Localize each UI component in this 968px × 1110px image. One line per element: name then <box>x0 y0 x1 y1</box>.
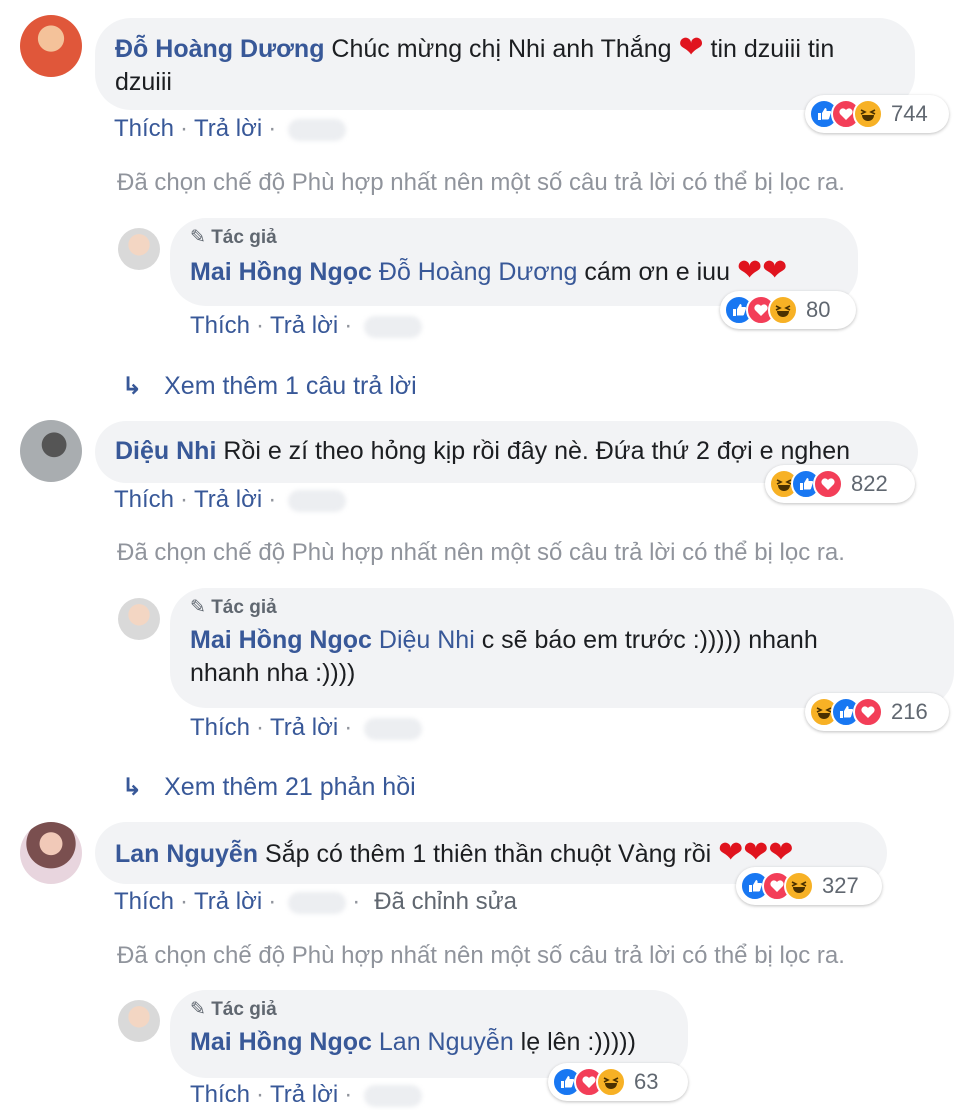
filter-note: Đã chọn chế độ Phù hợp nhất nên một số c… <box>117 942 845 969</box>
reply-actions: Thích · Trả lời · <box>190 311 423 341</box>
heart-icon: ❤❤❤ <box>718 836 794 869</box>
edited-label[interactable]: Đã chỉnh sửa <box>374 888 517 915</box>
like-link[interactable]: Thích <box>190 714 250 741</box>
reply-link[interactable]: Trả lời <box>194 115 262 142</box>
comment-actions: Thích · Trả lời · <box>114 485 347 515</box>
reply-text: Mai Hồng Ngọc Diệu Nhi c sẽ báo em trước… <box>190 624 934 690</box>
comment-author[interactable]: Đỗ Hoàng Dương <box>115 35 324 63</box>
love-reaction-icon <box>853 697 883 727</box>
reaction-summary[interactable]: 744 <box>805 95 949 133</box>
reply-actions: Thích · Trả lời · <box>190 713 423 743</box>
reply-bubble: ✎ Tác giả Mai Hồng Ngọc Diệu Nhi c sẽ bá… <box>170 588 954 708</box>
comment-text: Đỗ Hoàng Dương Chúc mừng chị Nhi anh Thắ… <box>115 31 895 99</box>
comment-text: Lan Nguyễn Sắp có thêm 1 thiên thần chuộ… <box>115 836 867 871</box>
reaction-summary[interactable]: 80 <box>720 291 856 329</box>
timestamp[interactable] <box>288 489 347 512</box>
reaction-count: 216 <box>891 699 928 724</box>
view-more-label[interactable]: Xem thêm 1 câu trả lời <box>164 372 417 400</box>
reply-text: Mai Hồng Ngọc Lan Nguyễn lẹ lên :))))) <box>190 1026 668 1059</box>
filter-note: Đã chọn chế độ Phù hợp nhất nên một số c… <box>117 539 845 566</box>
pencil-icon: ✎ <box>190 227 206 248</box>
comment-actions: Thích · Trả lời · · Đã chỉnh sửa <box>114 888 518 915</box>
reply-link[interactable]: Trả lời <box>194 888 262 915</box>
author-tag: ✎ Tác giả <box>190 999 277 1020</box>
reply-body: cám ơn e iuu <box>584 258 730 286</box>
comment-author[interactable]: Lan Nguyễn <box>115 840 258 868</box>
comment-body-line2: dzuiii <box>115 68 172 96</box>
haha-reaction-icon <box>596 1067 626 1097</box>
avatar[interactable] <box>20 15 82 77</box>
author-tag: ✎ Tác giả <box>190 597 277 618</box>
reaction-count: 744 <box>891 101 928 126</box>
reaction-summary[interactable]: 63 <box>548 1063 688 1101</box>
comment-bubble: Đỗ Hoàng Dương Chúc mừng chị Nhi anh Thắ… <box>95 18 915 110</box>
comment-body: Sắp có thêm 1 thiên thần chuột Vàng rồi <box>265 840 712 868</box>
avatar[interactable] <box>20 420 82 482</box>
filter-note: Đã chọn chế độ Phù hợp nhất nên một số c… <box>117 169 845 196</box>
timestamp[interactable] <box>364 315 423 338</box>
reaction-count: 80 <box>806 297 831 322</box>
mention-link[interactable]: Diệu Nhi <box>379 626 475 654</box>
like-link[interactable]: Thích <box>190 312 250 339</box>
haha-reaction-icon <box>784 871 814 901</box>
timestamp[interactable] <box>288 891 347 914</box>
heart-icon: ❤❤ <box>736 254 788 287</box>
pencil-icon: ✎ <box>190 597 206 618</box>
like-link[interactable]: Thích <box>114 486 174 513</box>
heart-icon: ❤ <box>678 31 704 64</box>
reaction-count: 822 <box>851 471 888 496</box>
timestamp[interactable] <box>364 1084 423 1107</box>
reaction-count: 63 <box>634 1069 659 1094</box>
reply-body: lẹ lên :))))) <box>520 1028 636 1056</box>
comment-body-cont: tin dzuiii tin <box>710 35 835 63</box>
timestamp[interactable] <box>288 118 347 141</box>
comment-text: Diệu Nhi Rồi e zí theo hỏng kịp rồi đây … <box>115 435 898 468</box>
love-reaction-icon <box>813 469 843 499</box>
like-link[interactable]: Thích <box>114 115 174 142</box>
mention-link[interactable]: Lan Nguyễn <box>379 1028 514 1056</box>
view-more-label[interactable]: Xem thêm 21 phản hồi <box>164 773 416 801</box>
author-tag: ✎ Tác giả <box>190 227 277 248</box>
pencil-icon: ✎ <box>190 999 206 1020</box>
avatar[interactable] <box>118 598 160 640</box>
reaction-count: 327 <box>822 873 859 898</box>
like-link[interactable]: Thích <box>114 888 174 915</box>
haha-reaction-icon <box>853 99 883 129</box>
reply-actions: Thích · Trả lời · <box>190 1080 423 1110</box>
reaction-summary[interactable]: 216 <box>805 693 949 731</box>
haha-reaction-icon <box>768 295 798 325</box>
timestamp[interactable] <box>364 717 423 740</box>
reply-arrow-icon: ↳ <box>122 373 143 400</box>
reply-arrow-icon: ↳ <box>122 774 143 801</box>
comment-actions: Thích · Trả lời · <box>114 114 347 144</box>
reply-link[interactable]: Trả lời <box>270 714 338 741</box>
reply-author[interactable]: Mai Hồng Ngọc <box>190 258 372 286</box>
comment-body: Chúc mừng chị Nhi anh Thắng <box>331 35 672 63</box>
view-more-replies[interactable]: ↳ Xem thêm 1 câu trả lời <box>122 372 417 401</box>
comment-author[interactable]: Diệu Nhi <box>115 437 216 465</box>
reply-body-line2: nhanh nha :)))) <box>190 659 356 687</box>
avatar[interactable] <box>118 228 160 270</box>
avatar[interactable] <box>20 822 82 884</box>
view-more-replies[interactable]: ↳ Xem thêm 21 phản hồi <box>122 773 416 802</box>
reply-text: Mai Hồng Ngọc Đỗ Hoàng Dương cám ơn e iu… <box>190 254 838 289</box>
reaction-summary[interactable]: 822 <box>765 465 915 503</box>
reply-author[interactable]: Mai Hồng Ngọc <box>190 1028 372 1056</box>
mention-link[interactable]: Đỗ Hoàng Dương <box>379 258 578 286</box>
reply-body: c sẽ báo em trước :))))) nhanh <box>481 626 818 654</box>
reaction-summary[interactable]: 327 <box>736 867 882 905</box>
reply-link[interactable]: Trả lời <box>270 312 338 339</box>
reply-link[interactable]: Trả lời <box>194 486 262 513</box>
avatar[interactable] <box>118 1000 160 1042</box>
reply-author[interactable]: Mai Hồng Ngọc <box>190 626 372 654</box>
comment-body: Rồi e zí theo hỏng kịp rồi đây nè. Đứa t… <box>223 437 850 465</box>
